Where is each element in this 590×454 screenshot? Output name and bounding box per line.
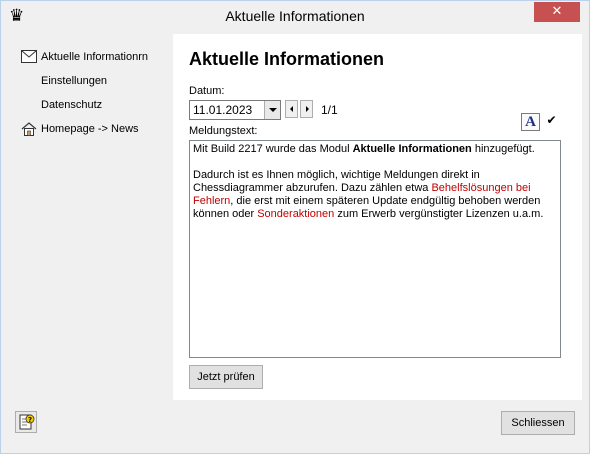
sidebar-item-datenschutz[interactable]: Datenschutz xyxy=(9,96,173,114)
date-value: 11.01.2023 xyxy=(193,103,253,117)
content-panel: Aktuelle Informationen Datum: 11.01.2023… xyxy=(173,34,582,400)
sidebar-item-label: Homepage -> News xyxy=(41,123,139,135)
previous-message-button[interactable] xyxy=(285,100,298,118)
sidebar-item-label: Datenschutz xyxy=(41,99,103,111)
dialog-window: ♛ Aktuelle Informationen ✕ Aktuelle Info… xyxy=(0,0,590,454)
message-paragraph: Mit Build 2217 wurde das Modul Aktuelle … xyxy=(193,143,557,156)
message-text-segment: hinzugefügt. xyxy=(471,143,535,155)
window-title: Aktuelle Informationen xyxy=(225,8,365,24)
font-icon[interactable]: A xyxy=(521,113,540,131)
sidebar: Aktuelle Informationrn Einstellungen Dat… xyxy=(9,34,173,400)
envelope-icon xyxy=(21,50,37,64)
message-module-name: Aktuelle Informationen xyxy=(352,143,472,155)
sidebar-item-label: Einstellungen xyxy=(41,75,108,87)
next-message-button[interactable] xyxy=(300,100,313,118)
chevron-down-icon[interactable] xyxy=(264,101,280,119)
sidebar-item-label: Aktuelle Informationrn xyxy=(41,51,148,63)
message-highlight: Sonderaktionen xyxy=(257,208,335,220)
message-text[interactable]: Mit Build 2217 wurde das Modul Aktuelle … xyxy=(189,140,561,358)
date-label: Datum: xyxy=(189,85,225,97)
check-icon[interactable]: ✔ xyxy=(544,113,559,127)
window-close-button[interactable]: ✕ xyxy=(534,2,580,22)
svg-text:?: ? xyxy=(28,416,32,424)
message-text-segment: zum Erwerb vergünstigter Lizenzen u.a.m. xyxy=(334,208,544,220)
sidebar-item-einstellungen[interactable]: Einstellungen xyxy=(9,72,173,90)
page-counter: 1/1 xyxy=(321,103,338,117)
close-button[interactable]: Schliessen xyxy=(501,411,575,435)
sidebar-item-aktuelle-informationen[interactable]: Aktuelle Informationrn xyxy=(9,48,173,66)
check-now-button[interactable]: Jetzt prüfen xyxy=(189,365,263,389)
date-select[interactable]: 11.01.2023 xyxy=(189,100,281,120)
help-icon[interactable]: ? xyxy=(15,411,37,433)
sidebar-item-homepage-news[interactable]: Homepage -> News xyxy=(9,120,173,138)
message-label: Meldungstext: xyxy=(189,125,258,137)
page-title: Aktuelle Informationen xyxy=(189,49,385,69)
home-icon xyxy=(21,122,37,136)
title-bar[interactable]: ♛ Aktuelle Informationen ✕ xyxy=(1,1,589,32)
message-paragraph: Dadurch ist es Ihnen möglich, wichtige M… xyxy=(193,169,557,221)
message-text-segment: Mit Build 2217 wurde das Modul xyxy=(193,143,353,155)
